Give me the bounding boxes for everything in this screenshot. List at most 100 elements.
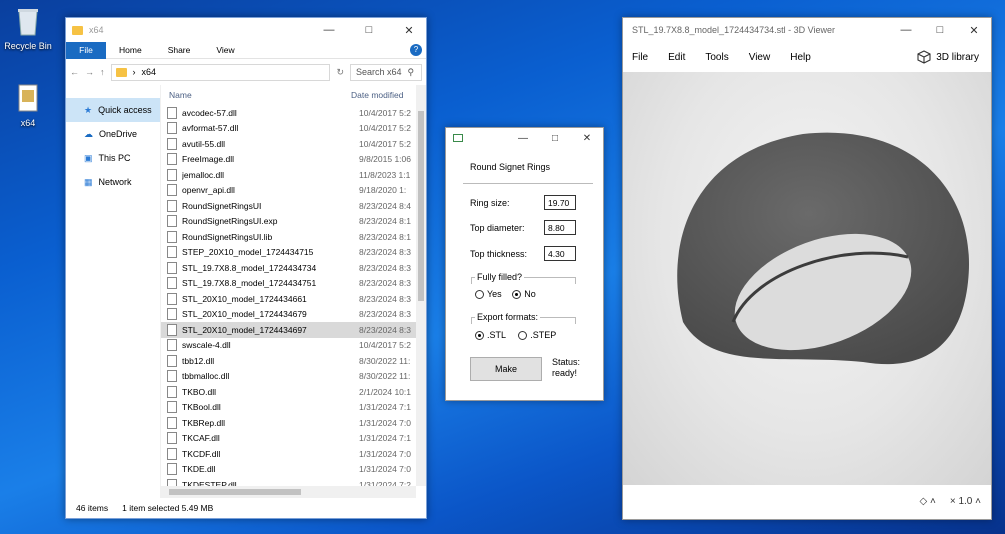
file-row[interactable]: FreeImage.dll 9/8/2015 1:06 [161,152,426,168]
maximize-button[interactable]: □ [352,24,386,36]
file-date: 9/18/2020 1: [359,185,407,196]
file-name: tbb12.dll [182,355,215,366]
3d-library-button[interactable]: 3D library [917,50,979,64]
forward-icon[interactable]: → [85,67,94,77]
menu-help[interactable]: Help [790,52,811,63]
item-count: 46 items [76,503,109,513]
menu-tools[interactable]: Tools [705,52,728,63]
file-row[interactable]: TKBRep.dll 1/31/2024 7:0 [161,415,426,431]
minimize-button[interactable]: — [312,24,346,36]
tab-share[interactable]: Share [155,45,204,55]
file-row[interactable]: STL_20X10_model_1724434661 8/23/2024 8:3 [161,291,426,307]
radio-stl[interactable]: .STL [475,330,506,340]
back-icon[interactable]: ← [70,67,79,77]
file-icon [167,184,177,197]
file-icon [167,122,177,135]
menu-view[interactable]: View [749,52,771,63]
radio-no[interactable]: No [512,289,536,299]
file-row[interactable]: RoundSignetRingsUI 8/23/2024 8:4 [161,198,426,214]
file-icon [167,292,177,305]
file-name: RoundSignetRingsUI.lib [182,231,273,242]
minimize-button[interactable]: — [889,24,923,36]
app-icon [453,134,463,142]
tab-home[interactable]: Home [106,45,155,55]
file-row[interactable]: avformat-57.dll 10/4/2017 5:2 [161,121,426,137]
nav-label: This PC [98,153,131,163]
tab-view[interactable]: View [203,45,247,55]
desktop-icon-recycle-bin[interactable]: Recycle Bin [0,5,56,51]
radio-label: No [524,289,536,299]
file-row[interactable]: TKDE.dll 1/31/2024 7:0 [161,462,426,478]
file-row[interactable]: avcodec-57.dll 10/4/2017 5:2 [161,105,426,121]
zoom-level[interactable]: × 1.0 ˄ [950,496,981,507]
file-row[interactable]: avutil-55.dll 10/4/2017 5:2 [161,136,426,152]
file-row[interactable]: jemalloc.dll 11/8/2023 1:1 [161,167,426,183]
search-input[interactable]: Search x64 ⚲ [350,63,422,81]
maximize-button[interactable]: □ [923,24,957,36]
file-row[interactable]: STL_19.7X8.8_model_1724434734 8/23/2024 8… [161,260,426,276]
file-name: tbbmalloc.dll [182,371,230,382]
file-row[interactable]: STL_20X10_model_1724434679 8/23/2024 8:3 [161,307,426,323]
file-row[interactable]: TKBO.dll 2/1/2024 10:1 [161,384,426,400]
menu-file[interactable]: File [632,52,648,63]
make-button[interactable]: Make [470,357,542,381]
close-button[interactable]: ✕ [392,24,426,37]
file-row[interactable]: tbbmalloc.dll 8/30/2022 11: [161,369,426,385]
file-row[interactable]: RoundSignetRingsUI.exp 8/23/2024 8:1 [161,214,426,230]
field-label: Ring size: [470,197,510,208]
file-name: TKCAF.dll [182,433,220,444]
vertical-scrollbar[interactable] [416,85,426,486]
file-row[interactable]: STEP_20X10_model_1724434715 8/23/2024 8:3 [161,245,426,261]
file-name: jemalloc.dll [182,169,225,180]
nav-item-network[interactable]: ▦ Network [66,170,160,194]
file-name: avformat-57.dll [182,123,239,134]
file-icon [167,215,177,228]
horizontal-scrollbar[interactable] [161,486,416,498]
file-row[interactable]: TKCAF.dll 1/31/2024 7:1 [161,431,426,447]
radio-indicator [475,331,484,340]
close-button[interactable]: ✕ [571,133,603,144]
file-row[interactable]: RoundSignetRingsUI.lib 8/23/2024 8:1 [161,229,426,245]
top-diameter-input[interactable] [544,220,576,235]
network-icon: ▦ [84,176,93,187]
file-name: RoundSignetRingsUI [182,200,262,211]
3d-canvas[interactable] [623,72,991,485]
radio-label: Yes [487,289,502,299]
maximize-button[interactable]: □ [539,133,571,144]
title-bar: STL_19.7X8.8_model_1724434734.stl - 3D V… [623,18,991,42]
nav-item-onedrive[interactable]: ☁ OneDrive [66,122,160,146]
radio-yes[interactable]: Yes [475,289,502,299]
file-name: STL_19.7X8.8_model_1724434734 [182,262,317,273]
file-row[interactable]: swscale-4.dll 10/4/2017 5:2 [161,338,426,354]
menu-edit[interactable]: Edit [668,52,685,63]
refresh-icon[interactable]: ↻ [336,67,344,78]
ring-size-input[interactable] [544,195,576,210]
tab-file[interactable]: File [66,41,106,59]
zoom-text: × 1.0 [949,495,973,507]
view-cube-icon[interactable]: ◇ ˄ [920,496,936,507]
help-icon[interactable]: ? [410,44,422,56]
radio-step[interactable]: .STEP [518,330,556,340]
file-row[interactable]: TKBool.dll 1/31/2024 7:1 [161,400,426,416]
file-row[interactable]: TKCDF.dll 1/31/2024 7:0 [161,446,426,462]
file-row[interactable]: tbb12.dll 8/30/2022 11: [161,353,426,369]
file-name: RoundSignetRingsUI.exp [182,216,278,227]
minimize-button[interactable]: — [507,133,539,144]
column-name[interactable]: Name [161,90,351,100]
file-row[interactable]: STL_20X10_model_1724434697 8/23/2024 8:3 [161,322,426,338]
status-bar: 46 items 1 item selected 5.49 MB [66,498,426,518]
up-icon[interactable]: ↑ [100,67,105,77]
desktop-icon-x64[interactable]: x64 [0,82,56,128]
file-row[interactable]: openvr_api.dll 9/18/2020 1: [161,183,426,199]
selection-info: 1 item selected 5.49 MB [122,503,214,513]
file-name: STEP_20X10_model_1724434715 [182,247,314,258]
nav-item-this-pc[interactable]: ▣ This PC [66,146,160,170]
nav-item-quick-access[interactable]: ★ Quick access [66,98,160,122]
file-date: 8/23/2024 8:1 [359,231,411,242]
close-button[interactable]: ✕ [957,24,991,37]
file-row[interactable]: STL_19.7X8.8_model_1724434751 8/23/2024 8… [161,276,426,292]
top-thickness-input[interactable] [544,246,576,261]
address-bar[interactable]: › x64 [110,63,331,81]
file-name: avutil-55.dll [182,138,225,149]
column-date[interactable]: Date modified [351,90,403,100]
